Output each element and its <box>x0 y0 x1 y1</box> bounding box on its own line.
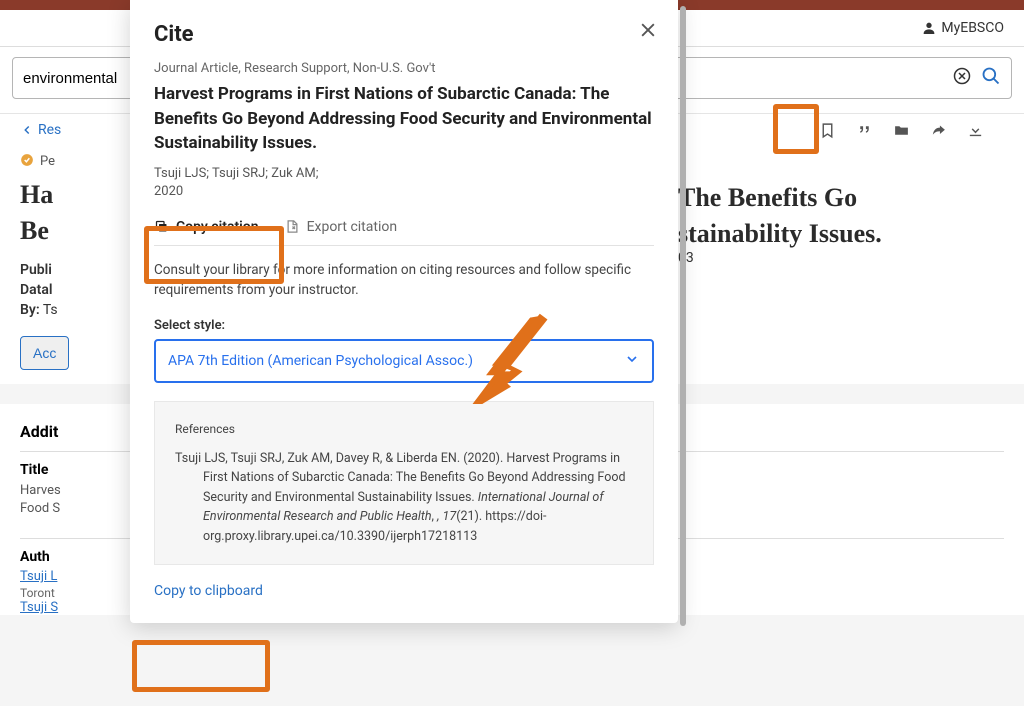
article-year: 2020 <box>154 184 654 199</box>
copy-to-clipboard-link[interactable]: Copy to clipboard <box>154 583 263 599</box>
cite-icon[interactable] <box>856 122 873 143</box>
modal-title: Cite <box>154 22 654 47</box>
user-label: MyEBSCO <box>941 20 1004 36</box>
citation-text: Tsuji LJS, Tsuji SRJ, Zuk AM, Davey R, &… <box>175 449 633 546</box>
back-label: Res <box>38 122 61 138</box>
article-title: Harvest Programs in First Nations of Sub… <box>154 82 654 156</box>
badge-text: Pe <box>40 154 55 169</box>
chevron-down-icon <box>624 351 640 371</box>
cite-modal: Cite Journal Article, Research Support, … <box>130 0 678 623</box>
citation-style-select[interactable]: APA 7th Edition (American Psychological … <box>154 339 654 383</box>
bookmark-icon[interactable] <box>819 122 836 143</box>
cite-tabs: Copy citation Export citation <box>154 219 654 246</box>
helper-text: Consult your library for more informatio… <box>154 260 654 301</box>
user-icon <box>921 20 937 36</box>
citation-preview: References Tsuji LJS, Tsuji SRJ, Zuk AM,… <box>154 401 654 564</box>
select-style-label: Select style: <box>154 318 654 333</box>
record-title-right: The Benefits Go stainability Issues. <box>678 180 994 253</box>
search-icon[interactable] <box>981 66 1001 90</box>
back-link[interactable]: Res <box>20 114 61 146</box>
arrow-left-icon <box>20 123 34 137</box>
export-icon <box>285 219 300 234</box>
copy-icon <box>154 219 169 234</box>
folder-icon[interactable] <box>893 122 910 143</box>
tab-label: Copy citation <box>176 219 259 235</box>
references-heading: References <box>175 420 633 439</box>
article-authors: Tsuji LJS; Tsuji SRJ; Zuk AM; <box>154 166 654 181</box>
tab-label: Export citation <box>307 219 398 235</box>
close-icon[interactable] <box>638 20 658 46</box>
tab-export-citation[interactable]: Export citation <box>285 219 398 235</box>
clear-icon[interactable] <box>953 67 971 89</box>
annotation-highlight-copy-clipboard <box>132 640 270 692</box>
record-toolbar <box>819 122 984 143</box>
check-badge-icon <box>20 152 34 171</box>
user-menu[interactable]: MyEBSCO <box>921 20 1004 36</box>
selected-style: APA 7th Edition (American Psychological … <box>168 353 473 369</box>
share-icon[interactable] <box>930 122 947 143</box>
access-options-button[interactable]: Acc <box>20 336 69 370</box>
tab-copy-citation[interactable]: Copy citation <box>154 219 259 235</box>
download-icon[interactable] <box>967 122 984 143</box>
article-type: Journal Article, Research Support, Non-U… <box>154 61 654 76</box>
